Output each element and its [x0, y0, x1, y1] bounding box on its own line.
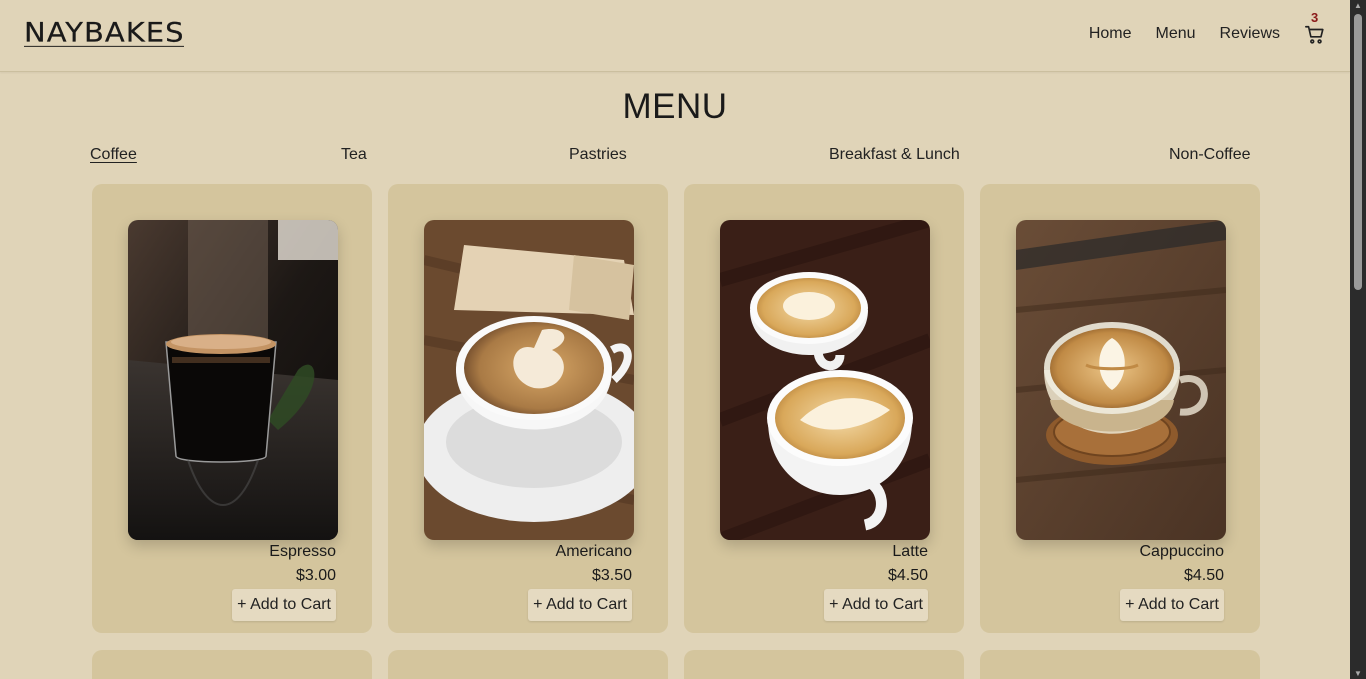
add-to-cart-button[interactable]: + Add to Cart [232, 589, 336, 621]
vertical-scrollbar[interactable]: ▲ ▼ [1350, 0, 1366, 679]
add-to-cart-button[interactable]: + Add to Cart [528, 589, 632, 621]
cart-count-badge: 3 [1311, 10, 1319, 25]
page-viewport: NAYBAKES Home Menu Reviews 3 MENU Coffee… [0, 0, 1350, 679]
product-price: $4.50 [887, 567, 928, 584]
product-card [980, 650, 1260, 679]
add-to-cart-button[interactable]: + Add to Cart [824, 589, 928, 621]
product-card: Espresso $3.00 + Add to Cart [92, 184, 372, 633]
product-card [684, 650, 964, 679]
product-image-latte [720, 220, 930, 540]
nav-menu[interactable]: Menu [1156, 25, 1196, 43]
product-image-cappuccino [1016, 220, 1226, 540]
product-card [388, 650, 668, 679]
scroll-up-arrow-icon[interactable]: ▲ [1354, 1, 1362, 10]
tab-breakfast-lunch[interactable]: Breakfast & Lunch [829, 146, 960, 164]
nav-home[interactable]: Home [1089, 25, 1132, 43]
product-price: $3.50 [591, 567, 632, 584]
product-name: Cappuccino [1139, 543, 1225, 560]
tab-coffee[interactable]: Coffee [90, 146, 137, 164]
brand-logo[interactable]: NAYBAKES [24, 19, 185, 47]
add-to-cart-button[interactable]: + Add to Cart [1120, 589, 1224, 621]
main-nav: Home Menu Reviews [1089, 25, 1280, 43]
product-card [92, 650, 372, 679]
product-price: $4.50 [1183, 567, 1224, 584]
product-card: Latte $4.50 + Add to Cart [684, 184, 964, 633]
product-image-americano [424, 220, 634, 540]
product-card: Cappuccino $4.50 + Add to Cart [980, 184, 1260, 633]
tab-non-coffee[interactable]: Non-Coffee [1169, 146, 1251, 164]
product-name: Espresso [269, 543, 336, 560]
page-title: MENU [622, 87, 728, 126]
tab-tea[interactable]: Tea [341, 146, 367, 164]
cart-icon[interactable] [1304, 24, 1326, 46]
scroll-down-arrow-icon[interactable]: ▼ [1354, 669, 1362, 678]
product-name: Latte [892, 543, 928, 560]
product-price: $3.00 [295, 567, 336, 584]
site-header: NAYBAKES Home Menu Reviews 3 [0, 0, 1350, 72]
nav-reviews[interactable]: Reviews [1220, 25, 1280, 43]
product-image-espresso [128, 220, 338, 540]
scrollbar-thumb[interactable] [1354, 14, 1362, 290]
product-name: Americano [555, 543, 632, 560]
product-card: Americano $3.50 + Add to Cart [388, 184, 668, 633]
tab-pastries[interactable]: Pastries [569, 146, 627, 164]
